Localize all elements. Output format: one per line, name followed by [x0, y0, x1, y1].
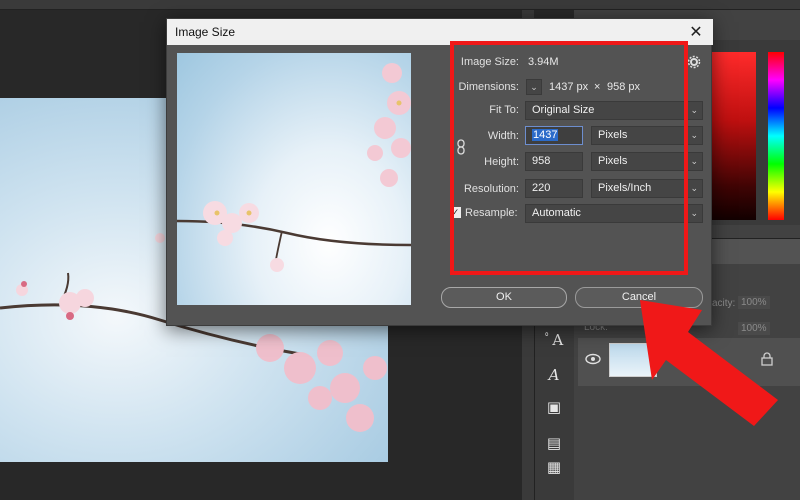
chevron-down-icon: ⌄ [690, 156, 698, 166]
ok-button[interactable]: OK [441, 287, 567, 308]
type-tool-icon[interactable]: A [542, 364, 566, 386]
chevron-down-icon: ⌄ [690, 183, 698, 193]
notes-tool-icon[interactable]: ▤ [542, 432, 566, 454]
eye-icon[interactable] [584, 352, 602, 366]
top-options-bar [0, 0, 800, 10]
highlight-annotation-box [450, 41, 688, 275]
hue-slider[interactable] [768, 52, 784, 220]
dialog-title: Image Size [175, 25, 236, 39]
type-mask-tool-icon[interactable]: ﾟA [542, 328, 566, 350]
pointer-arrow-annotation [640, 300, 778, 426]
chevron-down-icon: ⌄ [690, 208, 698, 218]
preview-photo [177, 63, 411, 272]
gear-icon[interactable] [687, 55, 701, 69]
chevron-down-icon: ⌄ [690, 130, 698, 140]
image-preview[interactable] [177, 53, 411, 305]
close-icon[interactable]: ✕ [685, 21, 707, 43]
3d-tool-icon[interactable]: ▣ [542, 396, 566, 418]
document-tool-icon[interactable]: ▦ [542, 456, 566, 478]
color-field[interactable] [712, 52, 756, 220]
chevron-down-icon: ⌄ [690, 105, 698, 115]
